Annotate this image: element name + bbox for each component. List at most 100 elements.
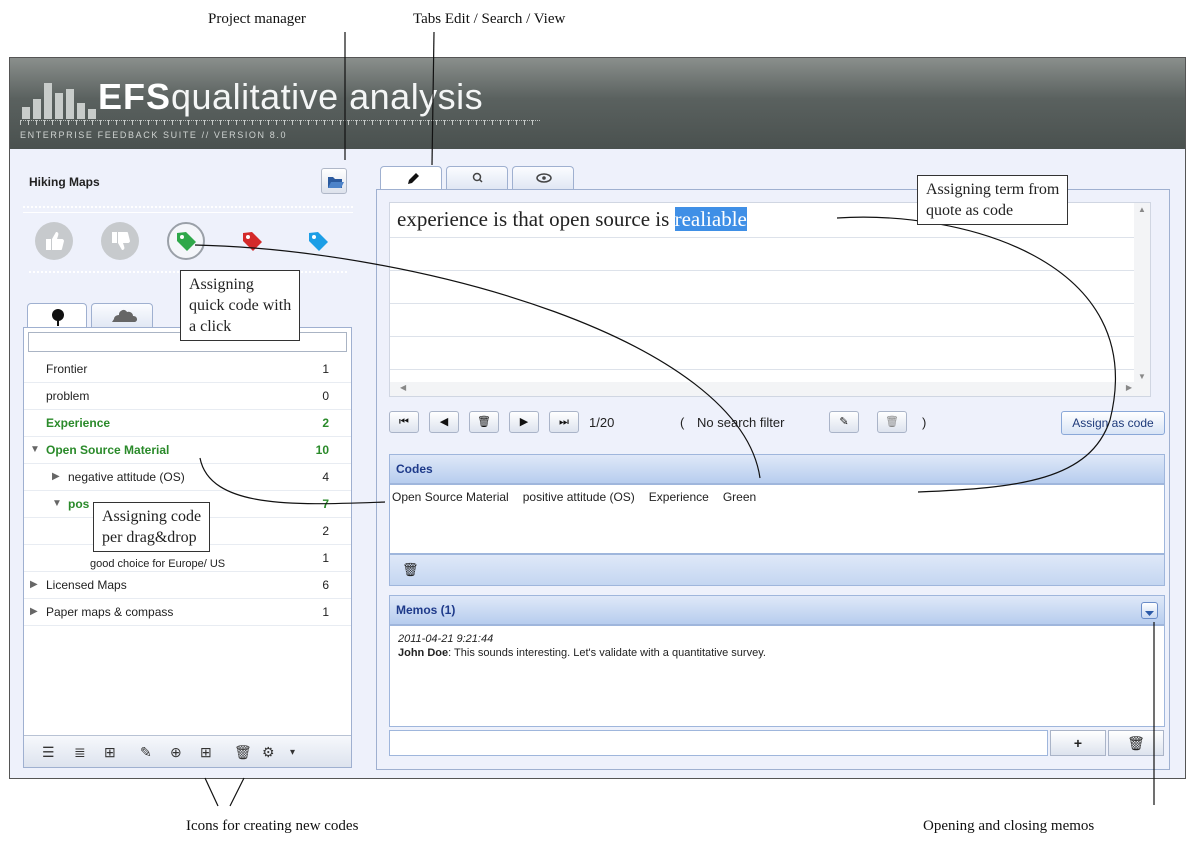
memo-entry: John Doe: This sounds interesting. Let's… (398, 646, 1156, 660)
assigned-code[interactable]: Experience (649, 490, 709, 504)
tree-row-count: 6 (322, 578, 329, 592)
last-quote-button[interactable]: ⏭ (549, 411, 579, 433)
scroll-down-icon[interactable]: ▼ (1138, 372, 1146, 381)
tree-row[interactable]: ▶ Licensed Maps 6 (24, 572, 351, 599)
tab-edit[interactable] (380, 166, 442, 190)
memo-author: John Doe (398, 647, 449, 659)
expand-down-icon[interactable]: ▼ (52, 491, 62, 517)
logo-bar (22, 107, 30, 119)
next-quote-button[interactable]: ▶ (509, 411, 539, 433)
tag-green-quick-code[interactable] (167, 222, 205, 260)
quote-line (390, 303, 1150, 304)
chevron-down-icon[interactable]: ▾ (290, 747, 295, 758)
tab-tree[interactable] (27, 303, 87, 329)
memo-text: : This sounds interesting. Let's validat… (448, 647, 766, 659)
assigned-codes[interactable]: Open Source Material positive attitude (O… (389, 484, 1165, 554)
add-memo-button[interactable]: + (1050, 730, 1106, 756)
right-panel: experience is that open source is realia… (376, 166, 1170, 770)
memo-list: 2011-04-21 9:21:44 John Doe: This sounds… (389, 625, 1165, 727)
tree-row[interactable]: ▼ Open Source Material 10 (24, 437, 351, 464)
first-quote-button[interactable]: ⏮ (389, 411, 419, 433)
indent-icon[interactable]: ≣ (74, 744, 86, 761)
tree-row-label: Frontier (46, 362, 88, 376)
quote-view[interactable]: experience is that open source is realia… (389, 202, 1151, 397)
memo-date: 2011-04-21 9:21:44 (398, 633, 494, 645)
previous-quote-button[interactable]: ◀ (429, 411, 459, 433)
thumbs-down-icon (112, 232, 130, 250)
assigned-code[interactable]: Green (723, 490, 756, 504)
tree-row-count: 0 (322, 389, 329, 403)
header-ruler (20, 120, 540, 125)
chevron-down-icon (1145, 611, 1154, 616)
trash-icon[interactable]: 🗑 (234, 744, 252, 761)
gear-icon[interactable]: ⚙ (262, 744, 275, 761)
logo-bar (77, 103, 85, 119)
logo-bar (33, 99, 41, 119)
delete-memo-button[interactable]: 🗑 (1108, 730, 1164, 756)
callout-dragdrop: Assigning code per drag&drop (93, 502, 211, 552)
trash-icon: 🗑 (885, 416, 899, 428)
project-manager-button[interactable] (321, 168, 347, 194)
tree-row[interactable]: Experience 2 (24, 410, 351, 437)
app-window: EFSqualitative analysis ENTERPRISE FEEDB… (9, 57, 1186, 779)
assigned-code[interactable]: positive attitude (OS) (523, 490, 635, 504)
thumbs-down-quick-code[interactable] (101, 222, 139, 260)
align-left-icon[interactable]: ☰ (42, 744, 55, 761)
scroll-right-icon[interactable]: ▶ (1126, 383, 1132, 392)
delete-quote-button[interactable]: 🗑 (469, 411, 499, 433)
memo-input[interactable] (389, 730, 1048, 756)
expand-right-icon[interactable]: ▶ (30, 599, 38, 625)
horizontal-scrollbar[interactable]: ◀ ▶ (390, 382, 1150, 396)
filter-paren-open: ( (680, 415, 685, 430)
tree-row[interactable]: problem 0 (24, 383, 351, 410)
tab-cloud[interactable] (91, 303, 153, 329)
memos-title: Memos (1) (396, 603, 456, 617)
tree-row-label: negative attitude (OS) (68, 470, 185, 484)
annotation-tabs: Tabs Edit / Search / View (413, 11, 566, 27)
expand-down-icon[interactable]: ▼ (30, 437, 40, 463)
thumbs-up-quick-code[interactable] (35, 222, 73, 260)
tree-row-label: Paper maps & compass (46, 605, 174, 619)
codes-panel-header: Codes (389, 454, 1165, 484)
new-code-icon[interactable]: ⊕ (170, 744, 182, 761)
tree-row[interactable]: ▶ negative attitude (OS) 4 (24, 464, 351, 491)
annotation-project-manager: Project manager (208, 11, 306, 27)
scroll-left-icon[interactable]: ◀ (400, 383, 406, 392)
separator (23, 206, 353, 208)
assign-as-code-button[interactable]: Assign as code (1061, 411, 1165, 435)
toggle-memos-button[interactable] (1141, 602, 1158, 619)
tree-row-label: Open Source Material (46, 443, 170, 457)
new-subcode-icon[interactable]: ⊞ (200, 744, 212, 761)
quote-text[interactable]: experience is that open source is realia… (397, 207, 747, 232)
expand-right-icon[interactable]: ▶ (30, 572, 38, 598)
tree-row[interactable]: Frontier 1 (24, 356, 351, 383)
trash-icon[interactable]: 🗑 (402, 562, 419, 578)
tree-row-count: 10 (315, 443, 329, 457)
codes-toolbar: 🗑 (389, 554, 1165, 586)
tag-red-quick-code[interactable] (233, 222, 271, 260)
tab-search[interactable] (446, 166, 508, 190)
quote-selection[interactable]: realiable (674, 207, 747, 231)
left-panel: Hiking Maps Frontier 1 problem 0 Experie… (21, 158, 356, 768)
edit-filter-button[interactable]: ✎ (829, 411, 859, 433)
logo-bar (55, 93, 63, 119)
tag-blue-icon (309, 232, 328, 251)
tab-view[interactable] (512, 166, 574, 190)
tree-row[interactable]: ▶ Paper maps & compass 1 (24, 599, 351, 626)
memos-panel-header: Memos (1) (389, 595, 1165, 625)
assigned-code[interactable]: Open Source Material (392, 490, 509, 504)
tag-red-icon (243, 232, 262, 251)
callout-quick-code: Assigning quick code with a click (180, 270, 301, 341)
clear-filter-button[interactable]: 🗑 (877, 411, 907, 433)
vertical-scrollbar[interactable]: ▲ ▼ (1134, 203, 1150, 383)
pencil-icon (408, 173, 419, 184)
pencil-icon: ✎ (839, 416, 849, 428)
tree-row-label: Experience (46, 416, 111, 430)
callout-line: quote as code (926, 202, 1014, 219)
tag-blue-quick-code[interactable] (299, 222, 337, 260)
pencil-icon[interactable]: ✎ (140, 744, 152, 761)
brand-logo-text: EFS (98, 76, 172, 117)
scroll-up-icon[interactable]: ▲ (1138, 205, 1146, 214)
expand-right-icon[interactable]: ▶ (52, 464, 60, 490)
hierarchy-icon[interactable]: ⊞ (104, 744, 116, 761)
